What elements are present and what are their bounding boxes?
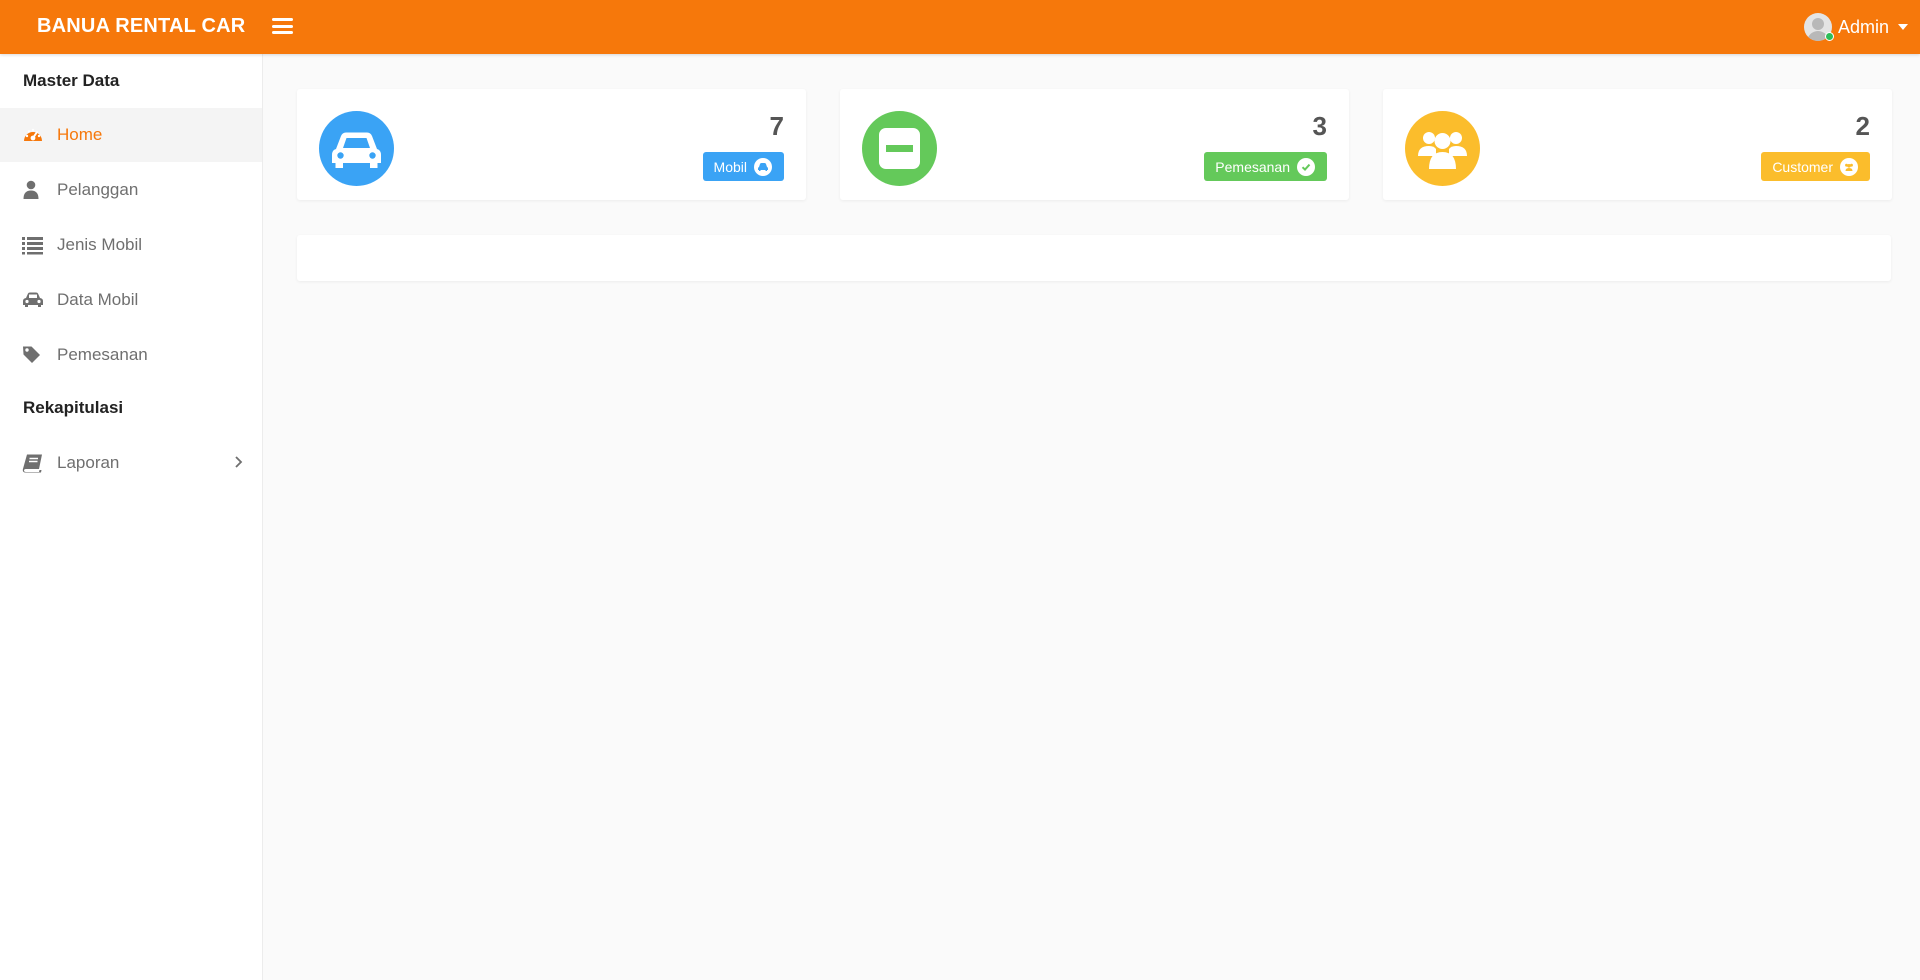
car-icon: [319, 111, 394, 186]
sidebar: Master Data Home Pelanggan Jenis Mobil D…: [0, 54, 263, 980]
check-icon: [1297, 157, 1315, 176]
menu-toggle-icon[interactable]: [272, 16, 294, 36]
stat-card-pemesanan: 3 Pemesanan: [840, 89, 1349, 200]
badge-label: Customer: [1772, 158, 1833, 175]
list-icon: [22, 235, 44, 255]
top-navbar: BANUA RENTAL CAR Admin: [0, 0, 1920, 54]
customer-badge[interactable]: Customer: [1761, 152, 1870, 181]
sidebar-item-data-mobil[interactable]: Data Mobil: [0, 273, 262, 327]
user-name: Admin: [1837, 16, 1889, 37]
car-icon: [754, 157, 772, 176]
caret-down-icon: [1898, 24, 1908, 30]
sidebar-item-label: Data Mobil: [57, 290, 139, 309]
content-panel: [297, 235, 1891, 281]
user-menu[interactable]: Admin: [1803, 12, 1908, 42]
mobil-badge[interactable]: Mobil: [702, 152, 784, 181]
customer-count: 2: [1855, 111, 1870, 141]
sidebar-item-label: Pelanggan: [57, 180, 139, 199]
sidebar-item-laporan[interactable]: Laporan: [0, 436, 262, 490]
online-status-indicator: [1824, 32, 1834, 41]
users-icon: [1405, 111, 1480, 186]
stat-card-customer: 2 Customer: [1383, 89, 1892, 200]
car-icon: [22, 290, 44, 310]
sidebar-item-label: Laporan: [57, 453, 120, 472]
pemesanan-badge[interactable]: Pemesanan: [1204, 152, 1327, 181]
minus-square-icon: [862, 111, 937, 186]
sidebar-item-label: Pemesanan: [57, 345, 148, 364]
book-icon: [22, 453, 44, 473]
stat-card-mobil: 7 Mobil: [297, 89, 806, 200]
brand-title[interactable]: BANUA RENTAL CAR: [37, 0, 245, 54]
badge-label: Mobil: [713, 158, 747, 175]
sidebar-item-home[interactable]: Home: [0, 108, 262, 162]
sidebar-item-label: Jenis Mobil: [57, 235, 143, 254]
tag-icon: [22, 345, 44, 365]
mobil-count: 7: [769, 111, 784, 141]
dashboard-icon: [22, 125, 44, 145]
sidebar-item-pelanggan[interactable]: Pelanggan: [0, 163, 262, 217]
badge-label: Pemesanan: [1215, 158, 1290, 175]
sidebar-item-label: Home: [57, 125, 103, 144]
users-icon: [1840, 157, 1858, 176]
user-icon: [22, 180, 44, 200]
pemesanan-count: 3: [1312, 111, 1327, 141]
chevron-right-icon: [234, 453, 244, 476]
sidebar-section-master-data: Master Data: [23, 71, 120, 90]
sidebar-item-jenis-mobil[interactable]: Jenis Mobil: [0, 218, 262, 272]
sidebar-item-pemesanan[interactable]: Pemesanan: [0, 328, 262, 382]
sidebar-section-rekapitulasi: Rekapitulasi: [23, 398, 124, 417]
